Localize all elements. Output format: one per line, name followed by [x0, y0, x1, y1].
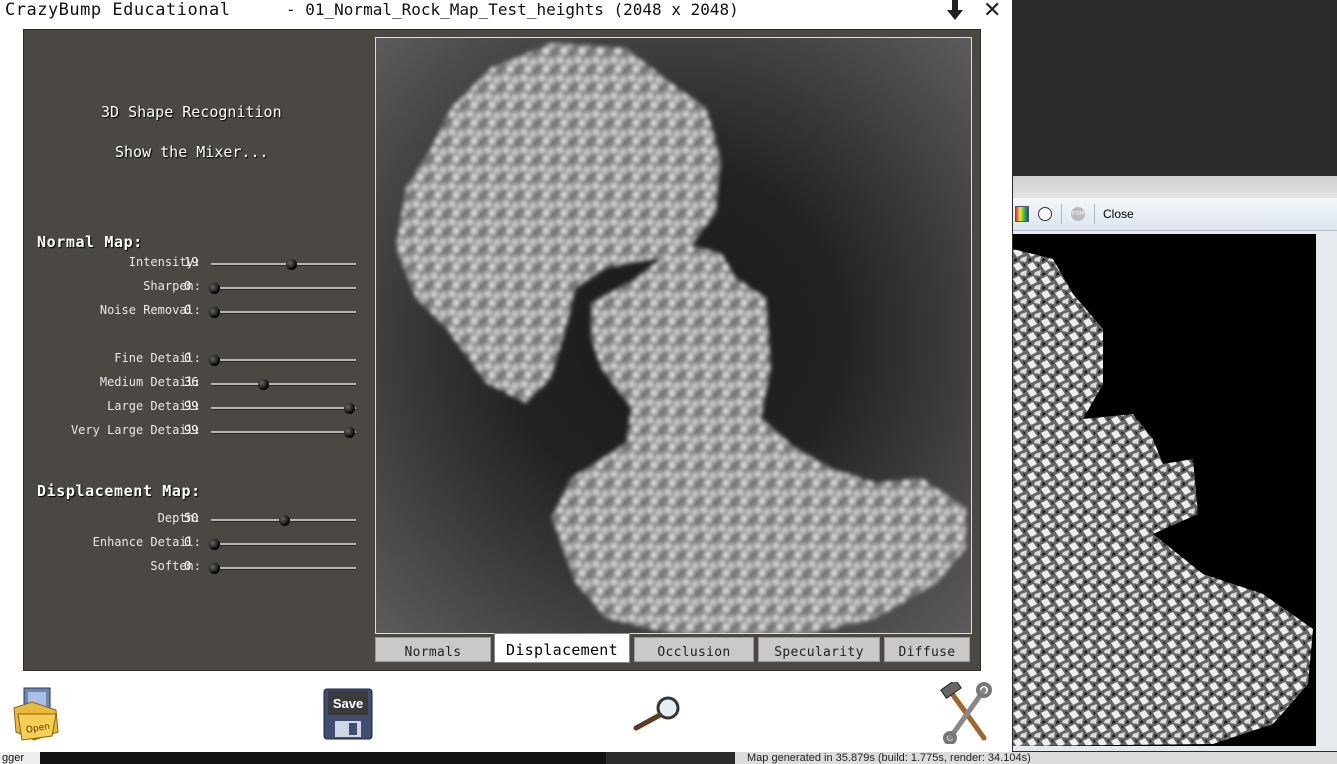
- taskbar-left-status: gger: [0, 752, 606, 764]
- hammer-wrench-icon: [940, 679, 992, 745]
- slider-thumb-handle[interactable]: [208, 539, 220, 550]
- displacement-map-slider[interactable]: [208, 563, 356, 574]
- displacement-map-slider[interactable]: [208, 539, 356, 550]
- svg-text:Save: Save: [333, 696, 363, 711]
- file-title: - 01_Normal_Rock_Map_Test_heights (2048 …: [286, 0, 739, 19]
- app-title: CrazyBump Educational: [5, 0, 231, 20]
- slider-thumb-handle[interactable]: [258, 379, 270, 390]
- normal-map-slider-row: Noise Removal: 0: [24, 303, 364, 323]
- normal-map-slider[interactable]: [211, 403, 356, 414]
- normal-map-slider-row: Very Large Detail: 99: [24, 423, 364, 443]
- displacement-map-slider-value: 0: [184, 559, 192, 573]
- rendered-rock-image: [1013, 249, 1313, 746]
- close-x-icon[interactable]: ✕: [983, 0, 1001, 23]
- displacement-map-heading: Displacement Map:: [37, 482, 201, 500]
- map-type-tabs: Normals Displacement Occlusion Speculari…: [375, 633, 972, 663]
- normal-map-slider-value: 19: [184, 255, 199, 269]
- slider-thumb-handle[interactable]: [208, 563, 220, 574]
- background-window-separator: [1013, 176, 1337, 198]
- displacement-preview-image: [396, 43, 966, 633]
- normal-map-slider-row: Sharpen: 0: [24, 279, 364, 299]
- tab-specularity[interactable]: Specularity: [758, 637, 880, 662]
- normal-map-slider-row: Fine Detail: 0: [24, 351, 364, 371]
- normal-map-slider[interactable]: [208, 307, 356, 318]
- displacement-preview[interactable]: [375, 37, 972, 634]
- normal-map-slider-row: Intensity: 19: [24, 255, 364, 275]
- normal-map-slider[interactable]: [211, 427, 356, 438]
- shape-recognition-link[interactable]: 3D Shape Recognition: [101, 103, 282, 121]
- displacement-map-slider[interactable]: [211, 515, 356, 526]
- show-mixer-link[interactable]: Show the Mixer...: [115, 143, 269, 161]
- displacement-map-slider-row: Depth: 50: [24, 511, 364, 531]
- normal-map-slider-label: Very Large Detail:: [70, 423, 201, 437]
- normal-map-slider-value: 99: [184, 399, 199, 413]
- normal-map-slider-label: Sharpen:: [143, 279, 201, 293]
- bottom-toolbar: Open Save: [0, 672, 1012, 752]
- normal-map-slider-value: 0: [184, 279, 192, 293]
- color-channels-icon[interactable]: [1013, 206, 1029, 222]
- displacement-map-slider-value: 0: [184, 535, 192, 549]
- normal-map-slider[interactable]: [208, 283, 356, 294]
- toolbar-divider: [1094, 204, 1095, 224]
- status-bar: Map generated in 35.879s (build: 1.775s,…: [735, 752, 1337, 764]
- crazybump-window: CrazyBump Educational - 01_Normal_Rock_M…: [0, 0, 1012, 752]
- tab-diffuse[interactable]: Diffuse: [884, 637, 970, 662]
- slider-thumb-handle[interactable]: [208, 283, 220, 294]
- normal-map-slider-row: Medium Detail: 36: [24, 375, 364, 395]
- normal-map-slider-value: 0: [184, 351, 192, 365]
- download-arrow-icon[interactable]: [944, 0, 966, 22]
- settings-panel: 3D Shape Recognition Show the Mixer... N…: [23, 29, 981, 671]
- tab-occlusion[interactable]: Occlusion: [634, 637, 754, 662]
- stop-icon[interactable]: STOP: [1070, 206, 1086, 222]
- slider-thumb-handle[interactable]: [208, 307, 220, 318]
- slider-thumb-handle[interactable]: [278, 515, 290, 526]
- circle-icon[interactable]: [1037, 206, 1053, 222]
- slider-thumb-handle[interactable]: [343, 403, 355, 414]
- zoom-button[interactable]: [630, 692, 684, 736]
- floppy-disk-icon: Save: [323, 688, 373, 740]
- normal-map-slider[interactable]: [211, 379, 356, 390]
- normal-map-heading: Normal Map:: [37, 233, 143, 251]
- displacement-map-slider-value: 50: [184, 511, 199, 525]
- displacement-map-slider-label: Soften:: [150, 559, 201, 573]
- normal-map-slider[interactable]: [211, 259, 356, 270]
- normal-map-slider[interactable]: [208, 355, 356, 366]
- folder-open-icon: Open: [13, 687, 59, 741]
- open-button[interactable]: Open: [12, 684, 62, 748]
- normal-map-slider-value: 36: [184, 375, 199, 389]
- normal-map-slider-row: Large Detail: 99: [24, 399, 364, 419]
- slider-thumb-handle[interactable]: [208, 355, 220, 366]
- normal-map-slider-value: 0: [184, 303, 192, 317]
- magnifier-icon: [633, 696, 680, 731]
- viewer-close-button[interactable]: Close: [1103, 207, 1134, 221]
- tools-button[interactable]: [940, 679, 992, 748]
- title-bar: CrazyBump Educational - 01_Normal_Rock_M…: [0, 0, 1012, 28]
- normal-map-slider-value: 99: [184, 423, 199, 437]
- toolbar-divider: [1061, 204, 1062, 224]
- save-button[interactable]: Save: [323, 688, 373, 744]
- displacement-map-slider-row: Enhance Detail: 0: [24, 535, 364, 555]
- slider-thumb-handle[interactable]: [285, 259, 297, 270]
- displacement-map-slider-row: Soften: 0: [24, 559, 364, 579]
- render-viewer: [1013, 231, 1337, 751]
- viewer-toolbar: STOP Close: [1013, 198, 1337, 231]
- background-window-dark-area: [1013, 0, 1337, 176]
- render-viewer-canvas[interactable]: [1013, 234, 1316, 746]
- tab-displacement[interactable]: Displacement: [494, 633, 630, 663]
- tab-normals[interactable]: Normals: [375, 637, 491, 662]
- slider-thumb-handle[interactable]: [343, 427, 355, 438]
